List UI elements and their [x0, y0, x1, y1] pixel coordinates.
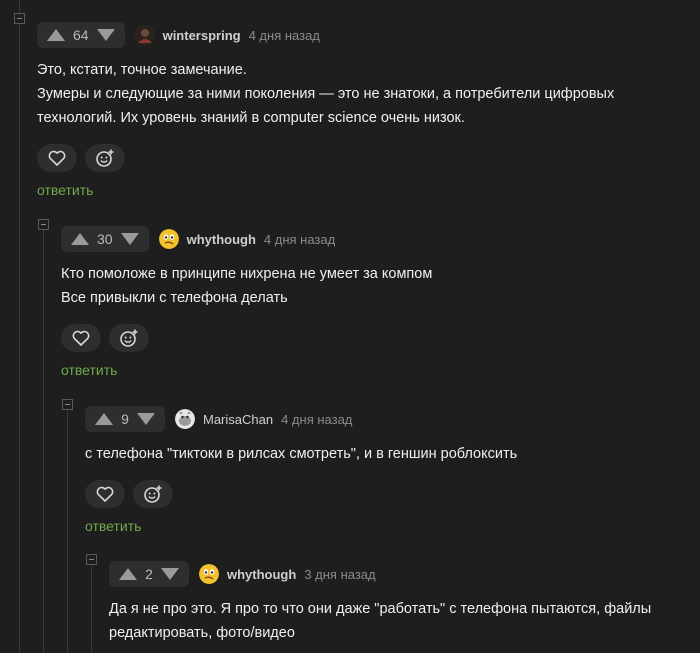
reply-link[interactable]: ответить	[61, 362, 117, 378]
comment-body: Это, кстати, точное замечание. Зумеры и …	[37, 58, 700, 130]
like-button[interactable]	[37, 144, 77, 172]
upvote-icon[interactable]	[47, 29, 65, 41]
thread-line[interactable]	[19, 0, 20, 653]
thread-line[interactable]	[43, 228, 44, 653]
collapse-minus-icon[interactable]	[62, 399, 73, 410]
heart-icon	[96, 486, 114, 502]
downvote-icon[interactable]	[96, 29, 115, 41]
comment-line: Кто помоложе в принципе нихрена не умеет…	[61, 266, 433, 282]
vote-count: 2	[145, 566, 153, 582]
emoji-add-icon	[96, 149, 114, 167]
avatar[interactable]	[134, 25, 155, 45]
thread-line[interactable]	[67, 408, 68, 653]
comment-header: 2 whythough 3 дня назад	[109, 561, 700, 587]
vote-control: 64	[37, 22, 125, 48]
timestamp[interactable]: 4 дня назад	[264, 232, 335, 247]
timestamp[interactable]: 4 дня назад	[281, 412, 352, 427]
comment-body: Да я не про это. Я про то что они даже "…	[109, 597, 700, 645]
avatar[interactable]	[175, 409, 195, 429]
comment-body: Кто помоложе в принципе нихрена не умеет…	[61, 262, 700, 310]
reply-link[interactable]: ответить	[85, 518, 141, 534]
like-button[interactable]	[61, 324, 101, 352]
avatar[interactable]	[199, 564, 219, 584]
avatar[interactable]	[158, 229, 179, 249]
reply-link[interactable]: ответить	[37, 182, 93, 198]
heart-icon	[72, 330, 90, 346]
react-button[interactable]	[85, 144, 125, 172]
collapse-minus-icon[interactable]	[38, 219, 49, 230]
upvote-icon[interactable]	[95, 413, 113, 425]
comment-line: Да я не про это. Я про то что они даже "…	[109, 601, 652, 617]
comment-header: 64 winterspring 4 дня назад	[37, 22, 700, 48]
like-button[interactable]	[85, 480, 125, 508]
vote-control: 30	[61, 226, 149, 252]
vote-count: 30	[97, 231, 113, 247]
username[interactable]: whythough	[187, 232, 256, 247]
vote-control: 9	[85, 406, 165, 432]
comment-actions	[61, 324, 700, 352]
timestamp[interactable]: 4 дня назад	[249, 28, 320, 43]
thread-line[interactable]	[91, 563, 92, 653]
vote-count: 64	[73, 27, 89, 43]
emoji-add-icon	[144, 485, 162, 503]
emoji-add-icon	[120, 329, 138, 347]
comment-line: редактировать, фото/видео	[109, 625, 295, 641]
comment-thread: 64 winterspring 4 дня назад Это, кстати,…	[0, 0, 700, 653]
comment-header: 9 MarisaChan 4 дня назад	[85, 406, 700, 432]
downvote-icon[interactable]	[120, 233, 139, 245]
username[interactable]: whythough	[227, 567, 296, 582]
downvote-icon[interactable]	[161, 568, 179, 580]
heart-icon	[48, 150, 66, 166]
comment-line: с телефона "тиктоки в рилсах смотреть", …	[85, 446, 518, 462]
comment-body: с телефона "тиктоки в рилсах смотреть", …	[85, 442, 700, 466]
react-button[interactable]	[133, 480, 173, 508]
username[interactable]: MarisaChan	[203, 412, 273, 427]
collapse-minus-icon[interactable]	[14, 13, 25, 24]
vote-control: 2	[109, 561, 189, 587]
comment: 2 whythough 3 дня назад Да я не про это.…	[109, 561, 700, 645]
comment-header: 30 whythough 4 дня назад	[61, 226, 700, 252]
upvote-icon[interactable]	[119, 568, 137, 580]
username[interactable]: winterspring	[163, 28, 241, 43]
react-button[interactable]	[109, 324, 149, 352]
comment: 30 whythough 4 дня назад Кто помоложе в …	[61, 226, 700, 380]
vote-count: 9	[121, 411, 129, 427]
timestamp[interactable]: 3 дня назад	[304, 567, 375, 582]
downvote-icon[interactable]	[137, 413, 155, 425]
comment-line: Все привыкли с телефона делать	[61, 290, 288, 306]
comment: 9 MarisaChan 4 дня назад с телефона "тик…	[85, 406, 700, 536]
comment-line: технологий. Их уровень знаний в computer…	[37, 110, 465, 126]
comment: 64 winterspring 4 дня назад Это, кстати,…	[37, 22, 700, 200]
comment-actions	[37, 144, 700, 172]
comment-actions	[85, 480, 700, 508]
upvote-icon[interactable]	[71, 233, 89, 245]
comment-line: Зумеры и следующие за ними поколения — э…	[37, 86, 615, 102]
collapse-minus-icon[interactable]	[86, 554, 97, 565]
comment-line: Это, кстати, точное замечание.	[37, 62, 247, 78]
